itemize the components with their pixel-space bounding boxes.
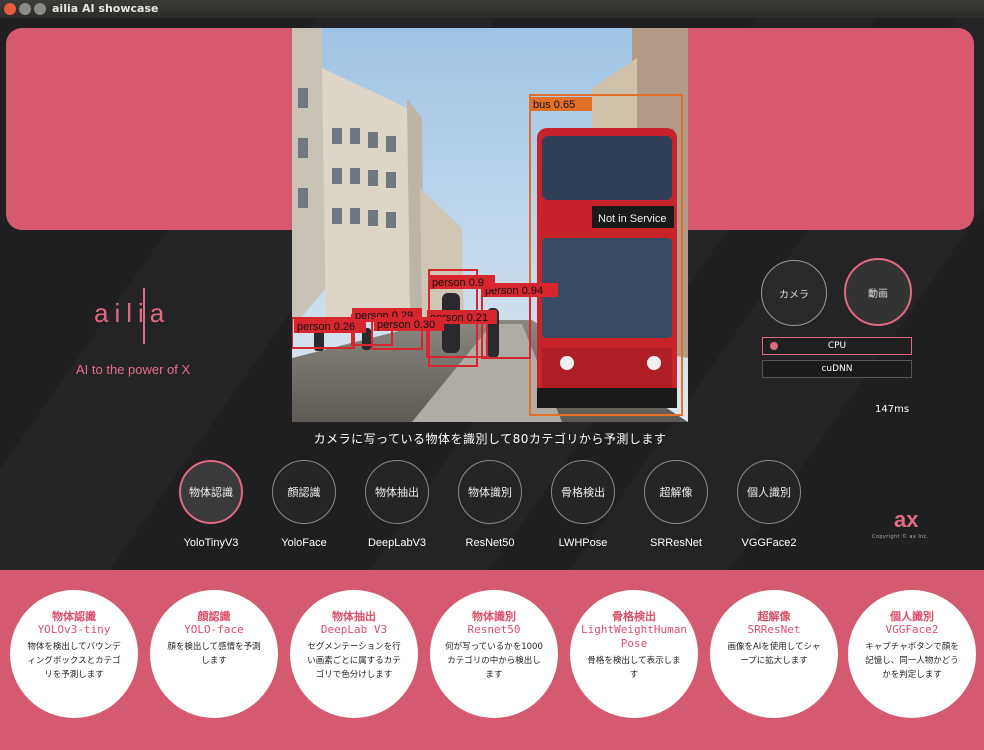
info-card-model: DeepLab V3	[320, 623, 388, 636]
brand-tagline: AI to the power of X	[76, 362, 191, 377]
mode-button-object-detection[interactable]: 物体認識	[179, 460, 243, 524]
info-card-title: 顔認識	[197, 610, 231, 623]
close-window-button[interactable]	[4, 3, 16, 15]
info-card-model: SRResNet	[747, 623, 801, 636]
info-card-description: 顔を検出して感情を予測します	[167, 642, 261, 666]
mode-button-classification[interactable]: 物体識別	[458, 460, 522, 524]
info-card-title: 物体識別	[472, 610, 516, 623]
street-scene-image: Not in Service bus 0.65 person 0.94 pers…	[292, 28, 688, 422]
info-card: 物体認識 YOLOv3-tiny 物体を検出してバウンディングボックスとカテゴリ…	[10, 590, 138, 718]
backend-option-label: CPU	[827, 341, 847, 351]
right-accent-panel	[672, 28, 974, 230]
backend-option-cpu[interactable]: CPU	[762, 337, 912, 355]
backend-option-label: cuDNN	[821, 364, 853, 374]
ailia-logo-text: ailia	[94, 298, 170, 328]
detection-label: person 0.9	[432, 277, 484, 289]
info-card-title: 超解像	[757, 610, 791, 623]
info-card-model: VGGFace2	[885, 623, 939, 636]
info-card: 骨格検出 LightWeightHuman Pose 骨格を検出して表示します	[570, 590, 698, 718]
camera-source-label: カメラ	[779, 289, 809, 301]
video-preview: Not in Service bus 0.65 person 0.94 pers…	[292, 28, 688, 422]
minimize-window-button[interactable]	[19, 3, 31, 15]
ailia-logo: ailia	[92, 286, 202, 350]
info-card-title: 骨格検出	[612, 610, 656, 623]
mode-button-face-detection[interactable]: 顔認識	[272, 460, 336, 524]
bus: Not in Service	[537, 128, 677, 408]
window-titlebar: ailia AI showcase	[0, 0, 984, 18]
mode-button-label: 顔認識	[287, 486, 321, 499]
info-card-description: 画像をAIを使用してシャープに拡大します	[727, 642, 821, 666]
mode-button-label: 物体抽出	[375, 486, 419, 499]
info-card-title: 物体認識	[52, 610, 96, 623]
info-card-model: YOLOv3-tiny	[37, 623, 111, 636]
info-card: 個人識別 VGGFace2 キャプチャボタンで顔を記憶し、同一人物かどうかを判定…	[848, 590, 976, 718]
info-card: 顔認識 YOLO-face 顔を検出して感情を予測します	[150, 590, 278, 718]
info-card-description: 物体を検出してバウンディングボックスとカテゴリを予測します	[27, 642, 121, 680]
camera-source-button[interactable]: カメラ	[761, 260, 827, 326]
backend-option-cudnn[interactable]: cuDNN	[762, 360, 912, 378]
info-card-model: LightWeightHuman Pose	[581, 623, 687, 650]
window-title: ailia AI showcase	[52, 2, 159, 15]
mode-model-label: YoloFace	[281, 537, 327, 549]
selected-indicator	[770, 342, 778, 350]
mode-button-label: 個人識別	[747, 486, 791, 499]
detection-label: person 0.26	[297, 321, 355, 333]
info-card-title: 物体抽出	[332, 610, 376, 623]
mode-button-label: 超解像	[659, 486, 693, 499]
mode-button-pose[interactable]: 骨格検出	[551, 460, 615, 524]
mode-button-label: 骨格検出	[561, 486, 605, 499]
mode-button-super-resolution[interactable]: 超解像	[644, 460, 708, 524]
info-card: 超解像 SRResNet 画像をAIを使用してシャープに拡大します	[710, 590, 838, 718]
left-accent-panel	[6, 28, 306, 230]
bus-destination-sign: Not in Service	[598, 213, 666, 225]
mode-model-label: DeepLabV3	[367, 537, 427, 549]
mode-model-label: SRResNet	[650, 537, 702, 549]
info-card-title: 個人識別	[890, 610, 934, 623]
info-card-description: 骨格を検出して表示します	[587, 656, 681, 680]
maximize-window-button[interactable]	[34, 3, 46, 15]
ax-logo-text: ax	[894, 509, 919, 531]
info-card-description: 何が写っているかを1000 カテゴリの中から検出します	[445, 642, 543, 680]
mode-button-segmentation[interactable]: 物体抽出	[365, 460, 429, 524]
mode-model-label: VGGFace2	[741, 537, 797, 549]
mode-model-label: LWHPose	[558, 537, 608, 549]
mode-model-label: YoloTinyV3	[183, 537, 239, 549]
video-source-label: 動画	[868, 288, 888, 300]
info-card-description: キャプチャボタンで顔を記憶し、同一人物かどうかを判定します	[865, 642, 959, 680]
app-main: Not in Service bus 0.65 person 0.94 pers…	[0, 18, 984, 570]
mode-model-label: ResNet50	[465, 537, 515, 549]
info-card: 物体抽出 DeepLab V3 セグメンテーションを行い画素ごとに属するカテゴリ…	[290, 590, 418, 718]
info-card: 物体識別 Resnet50 何が写っているかを1000 カテゴリの中から検出しま…	[430, 590, 558, 718]
video-source-button[interactable]: 動画	[844, 258, 912, 326]
mode-button-label: 物体識別	[468, 486, 512, 499]
mode-button-label: 物体認識	[189, 486, 233, 499]
inference-time: 147ms	[875, 404, 910, 415]
mode-button-face-identification[interactable]: 個人識別	[737, 460, 801, 524]
info-card-description: セグメンテーションを行い画素ごとに属するカテゴリで色分けします	[307, 642, 401, 680]
detection-label: person 0.30	[377, 319, 435, 331]
copyright-text: Copyright © ax Inc.	[872, 534, 929, 540]
ax-logo: ax	[892, 507, 942, 535]
mode-description: カメラに写っている物体を識別して80カテゴリから予測します	[313, 432, 667, 446]
info-card-model: Resnet50	[467, 623, 521, 636]
info-card-model: YOLO-face	[184, 623, 244, 636]
detection-label: bus 0.65	[533, 99, 575, 111]
